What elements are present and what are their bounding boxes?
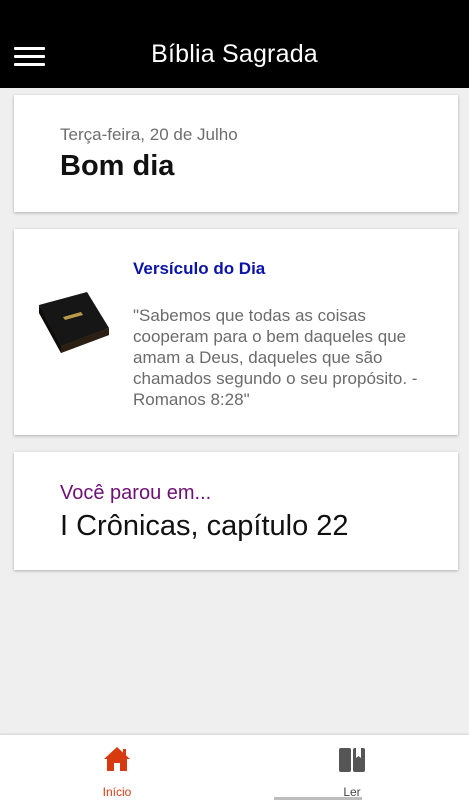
verse-title: Versículo do Dia bbox=[133, 259, 266, 278]
nav-home-label: Início bbox=[102, 785, 132, 799]
bottom-navigation: Início Ler bbox=[0, 735, 469, 800]
app-title: Bíblia Sagrada bbox=[151, 40, 318, 68]
verse-text: "Sabemos que todas as coisas cooperam pa… bbox=[133, 306, 418, 409]
home-icon bbox=[104, 747, 130, 771]
nav-home-button[interactable]: Início bbox=[0, 735, 234, 800]
holy-bible-book-icon bbox=[39, 292, 109, 353]
book-icon bbox=[339, 748, 365, 772]
greeting-text: Bom dia bbox=[60, 150, 175, 182]
date-text: Terça-feira, 20 de Julho bbox=[60, 125, 238, 144]
continue-chapter: I Crônicas, capítulo 22 bbox=[60, 510, 349, 542]
continue-reading-card[interactable]: Você parou em... I Crônicas, capítulo 22 bbox=[14, 452, 458, 570]
greeting-card: Terça-feira, 20 de Julho Bom dia bbox=[14, 95, 458, 212]
verse-of-the-day-card[interactable]: Versículo do Dia "Sabemos que todas as c… bbox=[14, 229, 458, 435]
continue-label: Você parou em... bbox=[60, 482, 212, 504]
app-bar: Bíblia Sagrada bbox=[0, 0, 469, 88]
nav-read-button[interactable]: Ler bbox=[235, 735, 469, 800]
